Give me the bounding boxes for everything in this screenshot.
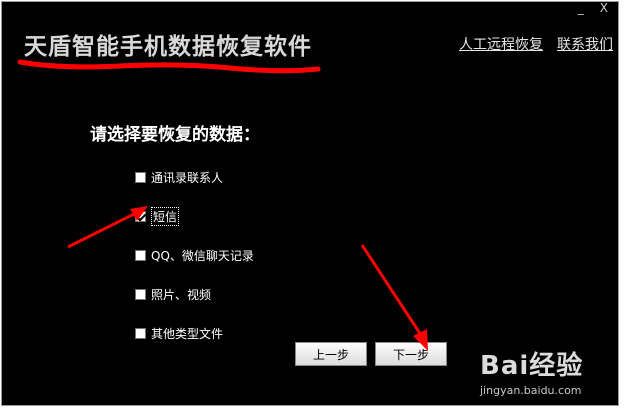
- chat-records-checkbox[interactable]: [135, 250, 146, 261]
- previous-step-button[interactable]: 上一步: [295, 342, 367, 366]
- minimize-button[interactable]: _: [578, 1, 584, 15]
- other-files-checkbox[interactable]: [135, 328, 146, 339]
- sms-label: 短信: [151, 207, 180, 226]
- app-title: 天盾智能手机数据恢复软件: [24, 33, 312, 60]
- next-step-button[interactable]: 下一步: [375, 342, 447, 366]
- option-other-files[interactable]: 其他类型文件: [135, 314, 254, 353]
- option-photos-videos[interactable]: 照片、视频: [135, 275, 254, 314]
- chat-records-label: QQ、微信聊天记录: [151, 249, 254, 263]
- contact-us-link[interactable]: 联系我们: [557, 34, 613, 54]
- option-contacts[interactable]: 通讯录联系人: [135, 158, 254, 197]
- window-controls: _ X: [578, 1, 608, 15]
- data-type-prompt: 请选择要恢复的数据：: [90, 125, 260, 145]
- photos-videos-label: 照片、视频: [151, 288, 212, 302]
- data-type-options: 通讯录联系人 短信 QQ、微信聊天记录 照片、视频 其他类型文件: [135, 158, 254, 353]
- photos-videos-checkbox[interactable]: [135, 289, 146, 300]
- watermark-url: jingyan.baidu.com: [480, 384, 582, 397]
- close-button[interactable]: X: [600, 1, 608, 15]
- contacts-checkbox[interactable]: [135, 172, 146, 183]
- baidu-watermark: Bai经验 jingyan.baidu.com: [480, 345, 620, 405]
- header-links: 人工远程恢复 联系我们: [459, 34, 613, 54]
- watermark-brand: Bai经验: [480, 351, 584, 381]
- other-files-label: 其他类型文件: [151, 327, 224, 341]
- option-sms[interactable]: 短信: [135, 197, 254, 236]
- remote-recovery-link[interactable]: 人工远程恢复: [459, 34, 543, 54]
- sms-checkbox[interactable]: [135, 211, 146, 222]
- contacts-label: 通讯录联系人: [151, 171, 224, 185]
- option-chat-records[interactable]: QQ、微信聊天记录: [135, 236, 254, 275]
